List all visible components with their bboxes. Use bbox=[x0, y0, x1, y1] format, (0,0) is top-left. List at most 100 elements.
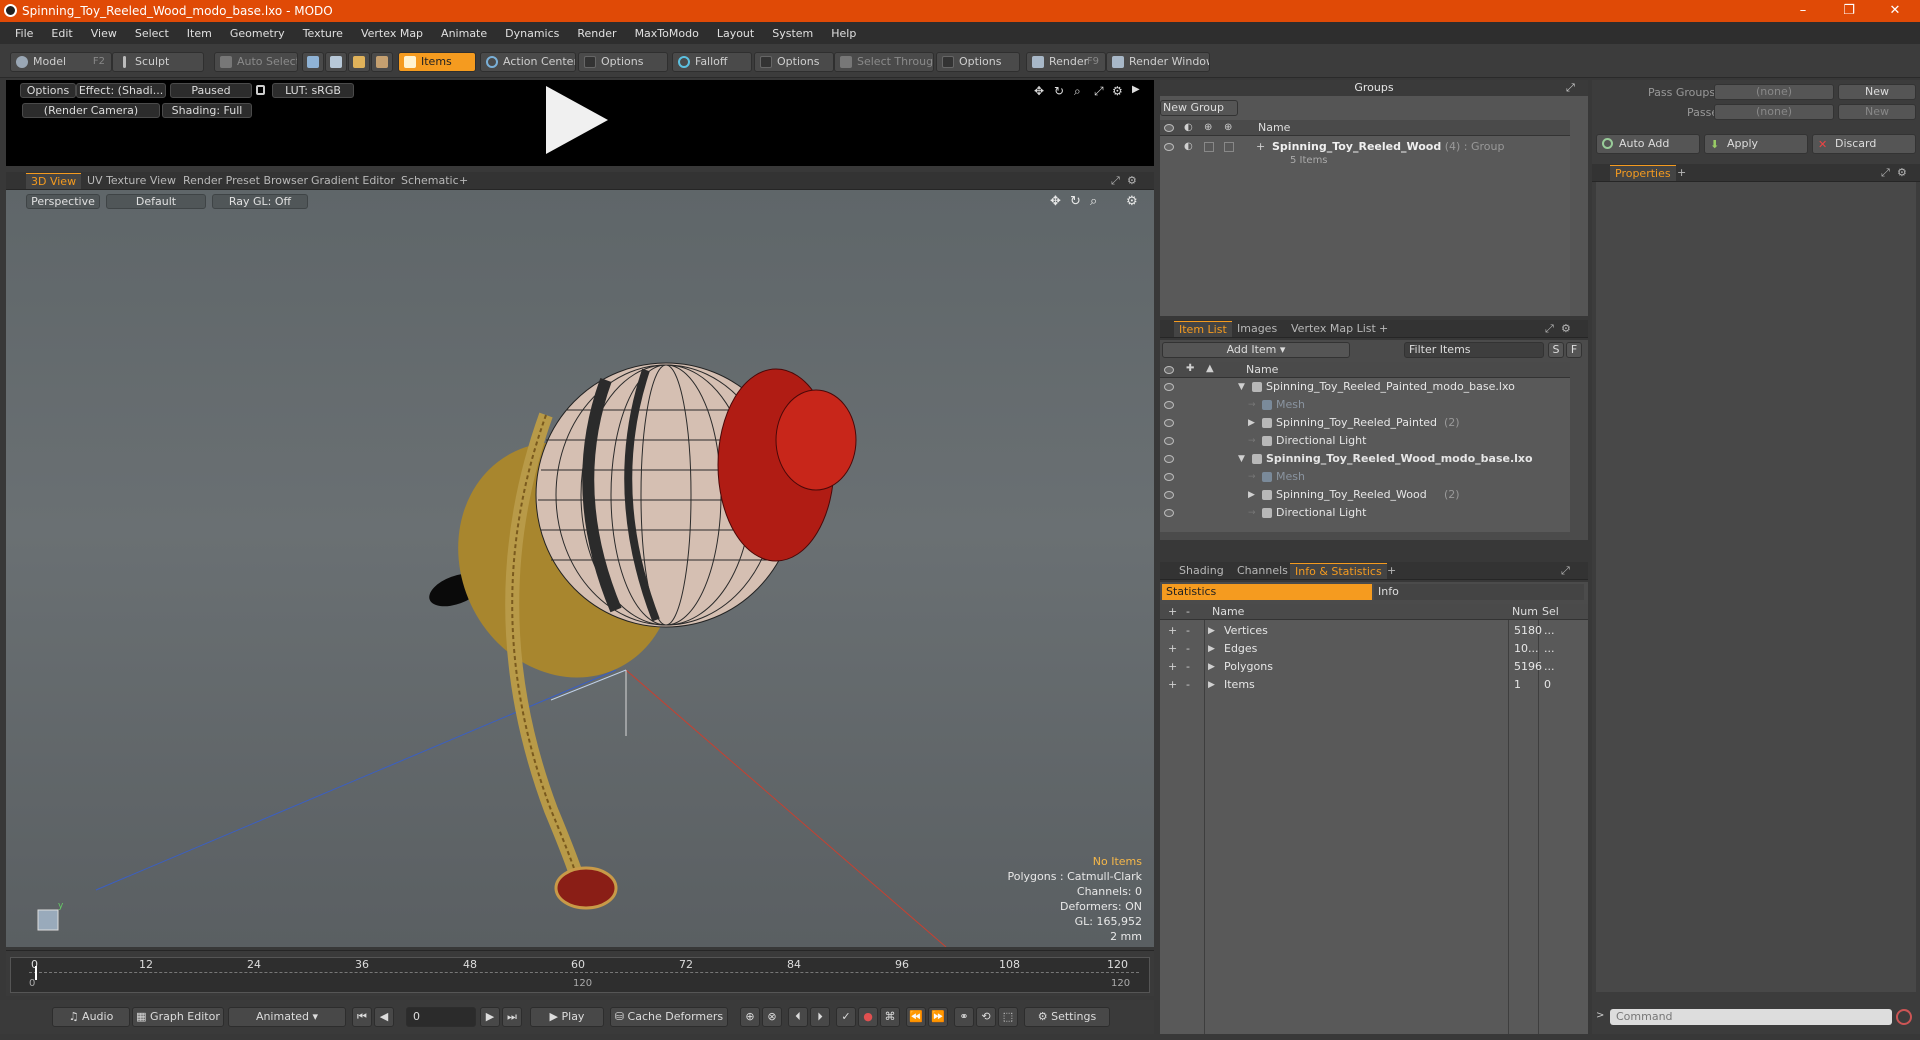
command-history-icon[interactable] bbox=[1896, 1009, 1912, 1025]
tab-uv-texture-view[interactable]: UV Texture View bbox=[82, 173, 181, 189]
child-connector[interactable]: → bbox=[1248, 504, 1256, 522]
menu-vertex-map[interactable]: Vertex Map bbox=[352, 27, 432, 40]
menu-dynamics[interactable]: Dynamics bbox=[496, 27, 568, 40]
model-mode-button[interactable]: Model F2 bbox=[10, 52, 112, 72]
lock-icon[interactable] bbox=[256, 85, 265, 95]
item-row[interactable]: ▶ Spinning_Toy_Reeled_Painted (2) bbox=[1160, 414, 1570, 432]
menu-geometry[interactable]: Geometry bbox=[221, 27, 294, 40]
cache-deformers-button[interactable]: ⛁ Cache Deformers bbox=[610, 1007, 728, 1027]
tab-render-preset-browser[interactable]: Render Preset Browser bbox=[178, 173, 313, 189]
item-visibility-icon[interactable] bbox=[1164, 491, 1174, 499]
close-button[interactable]: ✕ bbox=[1872, 0, 1918, 22]
stat-row[interactable]: + - ▶ Vertices 5180... bbox=[1160, 622, 1588, 640]
auto-select-button[interactable]: Auto Select bbox=[214, 52, 298, 72]
item-row[interactable]: ▶ Spinning_Toy_Reeled_Wood (2) bbox=[1160, 486, 1570, 504]
menu-system[interactable]: System bbox=[763, 27, 822, 40]
expand-arrow-icon[interactable]: ▶ bbox=[1248, 486, 1255, 504]
sculpt-mode-button[interactable]: Sculpt bbox=[112, 52, 204, 72]
add-item-dropdown[interactable]: Add Item ▾ bbox=[1162, 342, 1350, 358]
action-center-options-button[interactable]: Options bbox=[578, 52, 668, 72]
item-visibility-icon[interactable] bbox=[1164, 473, 1174, 481]
prev-key-icon[interactable]: ◀ bbox=[374, 1007, 394, 1027]
groups-maximize-icon[interactable]: ⤢ bbox=[1566, 81, 1575, 95]
lut-dropdown[interactable]: LUT: sRGB bbox=[272, 83, 354, 98]
properties-settings-icon[interactable]: ⚙ bbox=[1892, 165, 1912, 181]
items-mode-button[interactable]: Items bbox=[398, 52, 476, 72]
item-row[interactable]: → Mesh bbox=[1160, 468, 1570, 486]
menu-animate[interactable]: Animate bbox=[432, 27, 496, 40]
menu-view[interactable]: View bbox=[82, 27, 126, 40]
materials-mode-button[interactable] bbox=[371, 52, 393, 72]
step-back-icon[interactable]: ⏪ bbox=[906, 1007, 926, 1027]
child-connector[interactable]: → bbox=[1248, 396, 1256, 414]
preview-paused-button[interactable]: Paused bbox=[170, 83, 252, 98]
tab-vertex-map-list[interactable]: Vertex Map List bbox=[1286, 321, 1381, 337]
menu-item[interactable]: Item bbox=[178, 27, 221, 40]
pass-groups-dropdown[interactable]: (none) bbox=[1714, 84, 1834, 100]
item-row[interactable]: ▼ Spinning_Toy_Reeled_Wood_modo_base.lxo bbox=[1160, 450, 1570, 468]
play-preview-icon[interactable] bbox=[546, 86, 608, 154]
menu-select[interactable]: Select bbox=[126, 27, 178, 40]
preview-settings-icon[interactable]: ⚙ bbox=[1112, 84, 1123, 98]
settings-button[interactable]: ⚙ Settings bbox=[1024, 1007, 1110, 1027]
stats-maximize-icon[interactable]: ⤢ bbox=[1556, 563, 1575, 579]
expand-arrow-icon[interactable]: ▶ bbox=[1248, 414, 1255, 432]
expand-arrow-icon[interactable]: ▼ bbox=[1238, 378, 1245, 396]
group-row[interactable]: ◐ + Spinning_Toy_Reeled_Wood (4) : Group… bbox=[1160, 138, 1570, 168]
tab-item-list[interactable]: Item List bbox=[1174, 321, 1232, 337]
group-render-icon[interactable]: ◐ bbox=[1184, 138, 1193, 156]
add-stats-tab-icon[interactable]: + bbox=[1382, 563, 1401, 579]
stat-row[interactable]: + - ▶ Polygons 5196... bbox=[1160, 658, 1588, 676]
stat-arrow-icon[interactable]: ▶ bbox=[1208, 676, 1215, 694]
maximize-button[interactable]: ❐ bbox=[1826, 0, 1872, 22]
passes-dropdown[interactable]: (none) bbox=[1714, 104, 1834, 120]
expand-all-icon[interactable]: + bbox=[1168, 605, 1177, 618]
collapse-stat-icon[interactable]: - bbox=[1186, 622, 1190, 640]
apply-button[interactable]: ⬇ Apply bbox=[1704, 134, 1808, 154]
collapse-stat-icon[interactable]: - bbox=[1186, 640, 1190, 658]
preview-options-button[interactable]: Options bbox=[20, 83, 76, 98]
filter-s-button[interactable]: S bbox=[1548, 342, 1564, 358]
expand-stat-icon[interactable]: + bbox=[1168, 640, 1177, 658]
item-visibility-icon[interactable] bbox=[1164, 383, 1174, 391]
tab-channels[interactable]: Channels bbox=[1232, 563, 1293, 579]
record-icon[interactable]: ● bbox=[858, 1007, 878, 1027]
channel-tool-icon-3[interactable]: ⬚ bbox=[998, 1007, 1018, 1027]
item-visibility-icon[interactable] bbox=[1164, 401, 1174, 409]
frame-input[interactable]: 0 bbox=[406, 1007, 476, 1027]
select-through-options-button[interactable]: Options bbox=[936, 52, 1020, 72]
expand-arrow-icon[interactable]: ▼ bbox=[1238, 450, 1245, 468]
item-visibility-icon[interactable] bbox=[1164, 419, 1174, 427]
item-row[interactable]: → Directional Light bbox=[1160, 432, 1570, 450]
tab-gradient-editor[interactable]: Gradient Editor bbox=[306, 173, 400, 189]
expand-stat-icon[interactable]: + bbox=[1168, 658, 1177, 676]
shading-default-dropdown[interactable]: Default bbox=[106, 194, 206, 209]
3d-viewport[interactable]: y Perspective Default Ray GL: Off ✥ ↻ ⌕ … bbox=[6, 190, 1154, 947]
command-input[interactable]: Command bbox=[1610, 1009, 1892, 1025]
tab-3d-view[interactable]: 3D View bbox=[26, 173, 82, 189]
minimize-button[interactable]: – bbox=[1780, 0, 1826, 22]
statistics-tab[interactable]: Statistics bbox=[1162, 584, 1372, 600]
play-button[interactable]: ▶ Play bbox=[530, 1007, 604, 1027]
key-icon[interactable]: ⌘ bbox=[880, 1007, 900, 1027]
select-through-button[interactable]: Select Through bbox=[834, 52, 934, 72]
preview-zoom-icon[interactable]: ⌕ bbox=[1074, 84, 1081, 99]
collapse-stat-icon[interactable]: - bbox=[1186, 676, 1190, 694]
new-group-button[interactable]: New Group bbox=[1160, 100, 1238, 116]
render-camera-dropdown[interactable]: (Render Camera) bbox=[22, 103, 160, 118]
filter-f-button[interactable]: F bbox=[1566, 342, 1582, 358]
item-row[interactable]: → Mesh bbox=[1160, 396, 1570, 414]
viewport-zoom-icon[interactable]: ⌕ bbox=[1090, 194, 1097, 209]
step-forward-icon[interactable]: ⏩ bbox=[928, 1007, 948, 1027]
menu-texture[interactable]: Texture bbox=[294, 27, 352, 40]
goto-start-icon[interactable]: ⏮ bbox=[352, 1007, 372, 1027]
add-properties-tab-icon[interactable]: + bbox=[1672, 165, 1691, 181]
edges-mode-button[interactable] bbox=[325, 52, 347, 72]
menu-maxtomodo[interactable]: MaxToModo bbox=[626, 27, 708, 40]
item-row[interactable]: → Directional Light bbox=[1160, 504, 1570, 522]
filter-items-input[interactable]: Filter Items bbox=[1404, 342, 1544, 358]
item-visibility-icon[interactable] bbox=[1164, 437, 1174, 445]
render-window-button[interactable]: Render Window bbox=[1106, 52, 1210, 72]
new-pass-group-button[interactable]: New bbox=[1838, 84, 1916, 100]
viewport-move-icon[interactable]: ✥ bbox=[1050, 194, 1061, 209]
